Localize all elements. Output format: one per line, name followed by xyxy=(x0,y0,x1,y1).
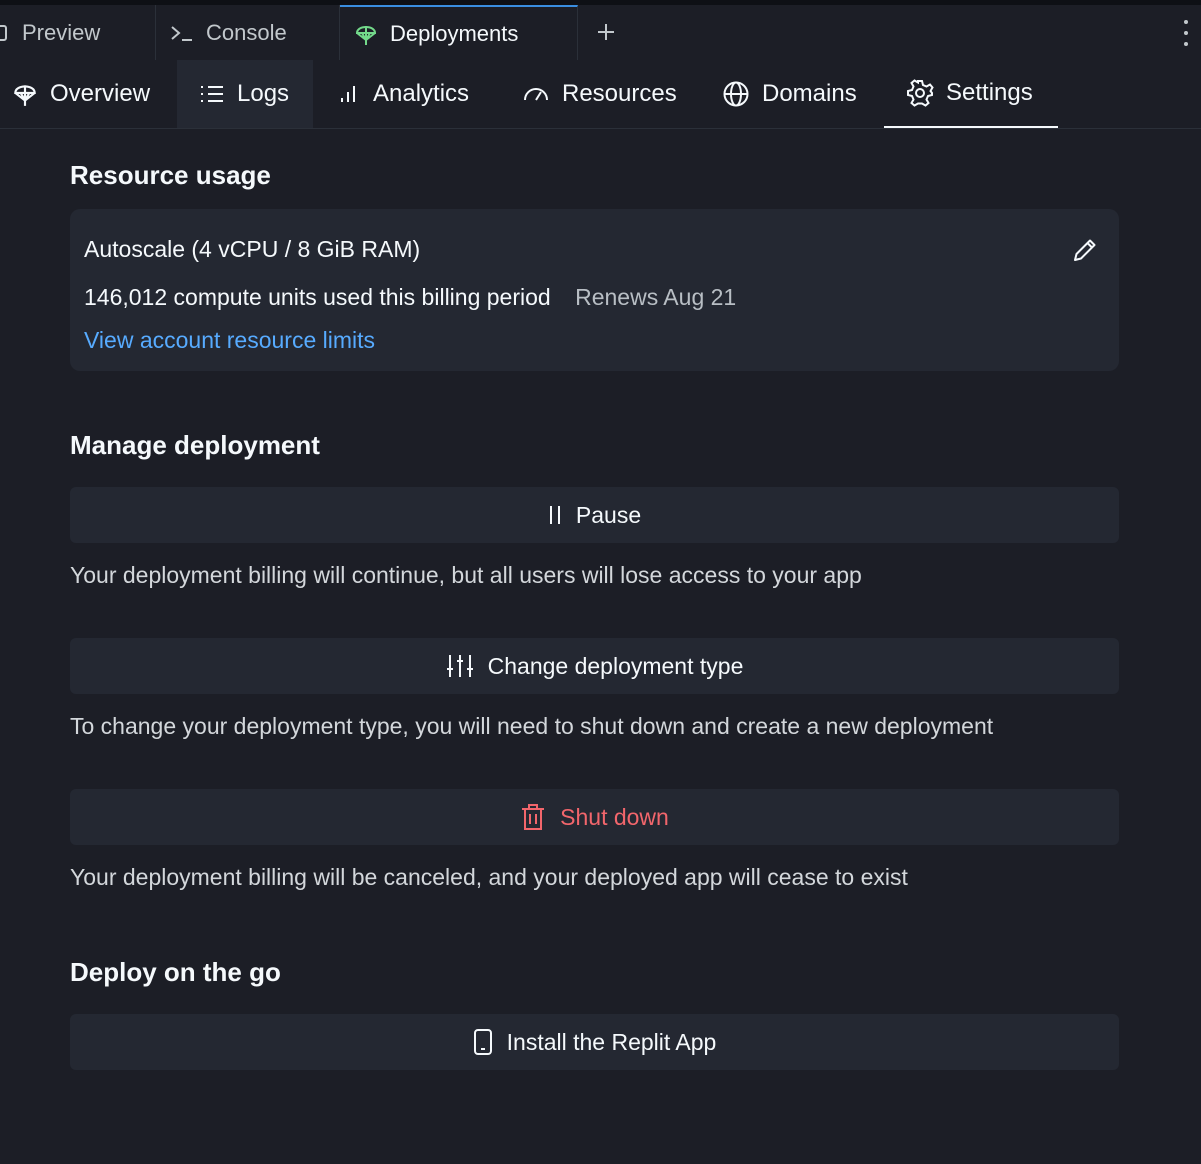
tab-deployments[interactable]: Deployments xyxy=(340,5,578,60)
subnav-overview-label: Overview xyxy=(50,80,151,107)
plus-icon xyxy=(598,24,614,40)
pause-icon xyxy=(548,504,562,526)
mobile-phone-icon xyxy=(473,1028,493,1056)
preview-icon xyxy=(0,23,10,43)
shut-down-label: Shut down xyxy=(560,803,669,830)
more-options-button[interactable] xyxy=(1181,20,1191,46)
add-tab-button[interactable] xyxy=(592,18,620,46)
pencil-icon xyxy=(1074,239,1096,261)
subnav-domains-label: Domains xyxy=(762,80,857,107)
tab-preview[interactable]: Preview xyxy=(0,5,156,60)
shut-down-button[interactable]: Shut down xyxy=(70,789,1119,845)
tab-deployments-label: Deployments xyxy=(390,20,519,46)
deploy-on-the-go-heading: Deploy on the go xyxy=(70,957,281,987)
sliders-icon xyxy=(446,653,474,679)
subnav-logs-label: Logs xyxy=(237,80,290,107)
install-replit-app-button[interactable]: Install the Replit App xyxy=(70,1014,1119,1070)
tab-console[interactable]: Console xyxy=(156,5,340,60)
subnav-resources[interactable]: Resources xyxy=(522,60,698,128)
pause-description: Your deployment billing will continue, b… xyxy=(70,562,862,588)
subnav-domains[interactable]: Domains xyxy=(722,60,882,128)
subnav-analytics-label: Analytics xyxy=(373,80,470,107)
deployments-icon xyxy=(12,80,38,108)
console-prompt-icon xyxy=(170,23,194,43)
renewal-date: Renews Aug 21 xyxy=(575,284,737,310)
subnav-resources-label: Resources xyxy=(562,80,677,107)
deployment-subnav: Overview Logs Analytics Resources Domain… xyxy=(0,60,1201,129)
workspace-tab-bar: Preview Console Deployments xyxy=(0,5,1201,61)
resource-usage-heading: Resource usage xyxy=(70,160,271,190)
globe-icon xyxy=(722,80,750,108)
bar-chart-icon xyxy=(339,82,361,106)
gear-icon xyxy=(906,79,934,107)
tab-preview-label: Preview xyxy=(22,19,101,45)
edit-resources-button[interactable] xyxy=(1071,236,1099,269)
pause-button-label: Pause xyxy=(575,501,642,528)
subnav-overview[interactable]: Overview xyxy=(12,60,172,128)
change-deployment-type-description: To change your deployment type, you will… xyxy=(70,713,994,739)
manage-deployment-heading: Manage deployment xyxy=(70,430,320,460)
compute-units-usage: 146,012 compute units used this billing … xyxy=(84,284,551,310)
subnav-settings[interactable]: Settings xyxy=(884,60,1058,128)
subnav-logs[interactable]: Logs xyxy=(177,60,313,128)
change-deployment-type-label: Change deployment type xyxy=(487,652,744,679)
subnav-settings-label: Settings xyxy=(946,79,1033,106)
install-replit-app-label: Install the Replit App xyxy=(506,1028,717,1055)
trash-icon xyxy=(520,803,546,831)
pause-button[interactable]: Pause xyxy=(70,487,1119,543)
deployments-icon xyxy=(354,21,378,47)
change-deployment-type-button[interactable]: Change deployment type xyxy=(70,638,1119,694)
subnav-analytics[interactable]: Analytics xyxy=(339,60,499,128)
tab-console-label: Console xyxy=(206,19,287,45)
usage-row: 146,012 compute units used this billing … xyxy=(84,284,736,311)
view-resource-limits-link[interactable]: View account resource limits xyxy=(84,327,375,354)
shut-down-description: Your deployment billing will be canceled… xyxy=(70,864,908,890)
gauge-icon xyxy=(522,82,550,106)
list-icon xyxy=(199,83,225,105)
plan-summary: Autoscale (4 vCPU / 8 GiB RAM) xyxy=(84,236,421,262)
resource-usage-card: Autoscale (4 vCPU / 8 GiB RAM) 146,012 c… xyxy=(70,209,1119,371)
